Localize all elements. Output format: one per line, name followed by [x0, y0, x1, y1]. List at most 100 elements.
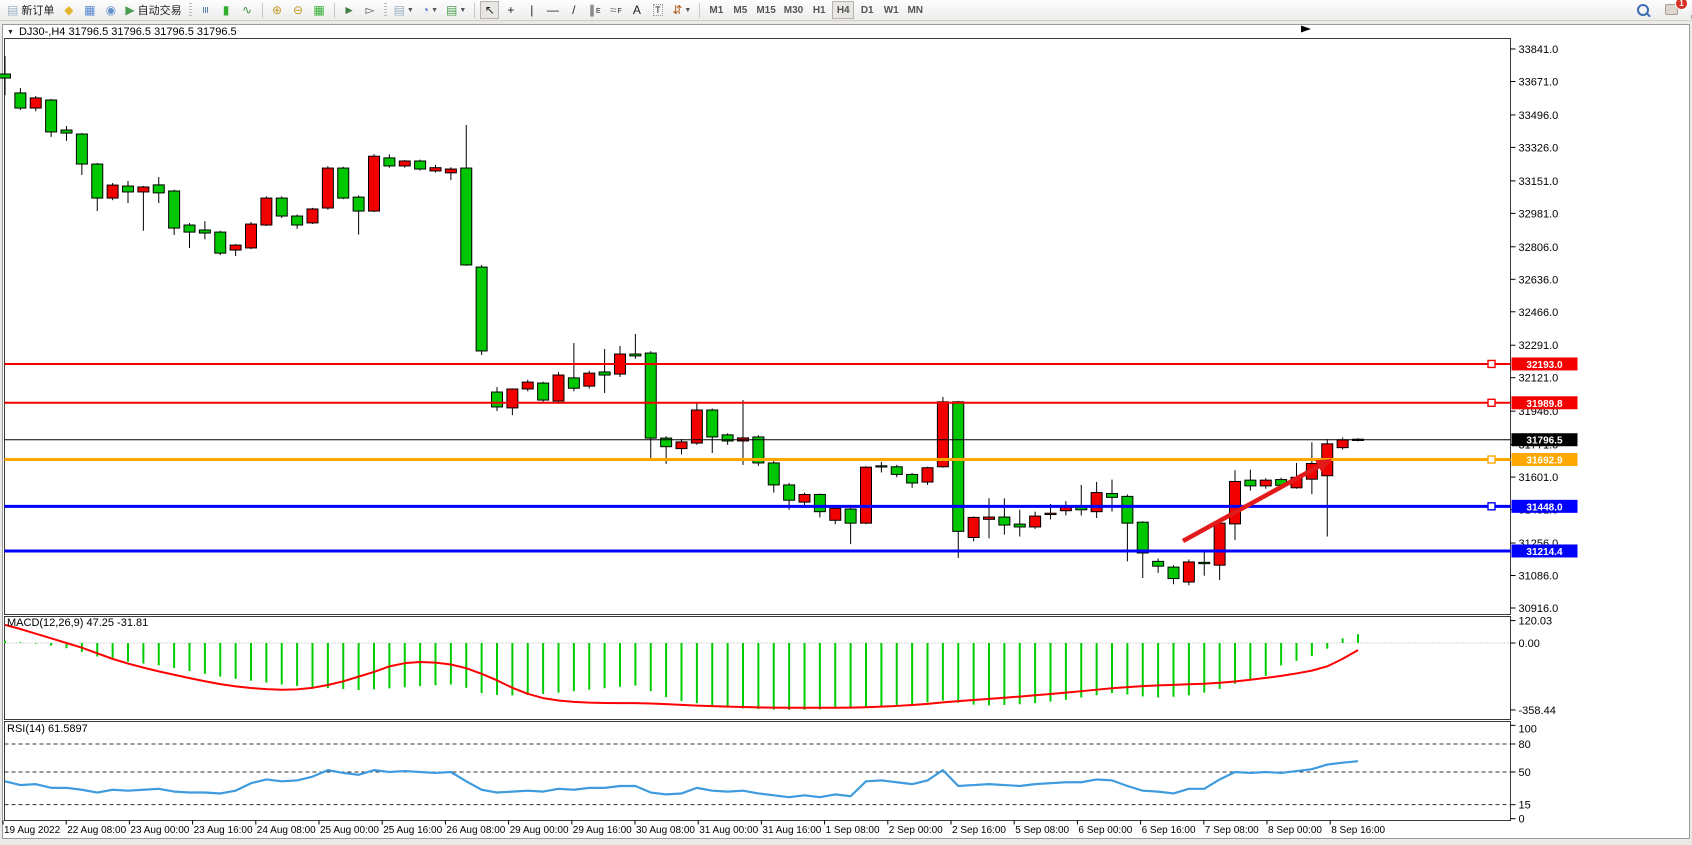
horizontal-line-button[interactable]: —: [543, 1, 562, 19]
candle: [599, 372, 610, 375]
candle: [891, 467, 902, 475]
candle: [138, 187, 149, 192]
candle: [307, 209, 318, 223]
equidistant-channel-button[interactable]: ∥E: [585, 1, 604, 19]
candle: [461, 168, 472, 265]
timeframe-d1-button[interactable]: D1: [856, 1, 878, 19]
signals-button[interactable]: ◉: [101, 1, 120, 19]
candle: [1245, 480, 1256, 486]
indicators-button[interactable]: ▤+▼: [391, 1, 417, 19]
rsi-tick-label: 0: [1519, 814, 1525, 826]
hline-handle[interactable]: [1488, 399, 1495, 406]
timeframe-h1-button[interactable]: H1: [808, 1, 830, 19]
price-tick-label: 30916.0: [1519, 603, 1559, 615]
price-pane[interactable]: [5, 39, 1511, 615]
chart-profile-button[interactable]: ◆: [59, 1, 78, 19]
time-tick-label: 6 Sep 00:00: [1078, 825, 1132, 836]
price-tick-label: 33841.0: [1519, 44, 1559, 56]
candle: [430, 168, 441, 171]
templates-button[interactable]: ▤▼: [443, 1, 469, 19]
candle: [630, 354, 641, 356]
candle: [1045, 513, 1056, 514]
tile-windows-button[interactable]: ▦: [310, 1, 329, 19]
timeframe-m15-button[interactable]: M15: [753, 1, 778, 19]
autotrading-icon: ▶: [125, 4, 134, 16]
time-tick-label: 29 Aug 00:00: [510, 825, 569, 836]
zoom-out-button[interactable]: ⊖: [289, 1, 308, 19]
price-tick-label: 32636.0: [1519, 274, 1559, 286]
time-tick-label: 31 Aug 16:00: [762, 825, 821, 836]
timeframe-m1-button[interactable]: M1: [705, 1, 727, 19]
autotrading-button[interactable]: ▶●自动交易: [122, 1, 184, 19]
fibonacci-button[interactable]: ≈F: [606, 1, 625, 19]
time-tick-label: 24 Aug 08:00: [257, 825, 316, 836]
vertical-line-button[interactable]: |: [522, 1, 541, 19]
market-watch-button[interactable]: ▦: [80, 1, 99, 19]
chart-title: DJ30-,H4 31796.5 31796.5 31796.5 31796.5: [19, 26, 237, 38]
timeframe-h4-button[interactable]: H4: [832, 1, 854, 19]
candle: [338, 168, 349, 198]
rsi-tick-label: 100: [1519, 724, 1537, 736]
rsi-pane[interactable]: [5, 722, 1511, 821]
arrows-button[interactable]: ⇵▼: [669, 1, 694, 19]
candle: [476, 267, 487, 351]
candle: [568, 378, 579, 388]
timeframe-m5-button[interactable]: M5: [729, 1, 751, 19]
hline-handle[interactable]: [1488, 503, 1495, 510]
rsi-tick-label: 80: [1519, 739, 1531, 751]
candle: [1168, 567, 1179, 578]
candle: [123, 186, 134, 192]
time-tick-label: 31 Aug 00:00: [699, 825, 758, 836]
price-tick-label: 32291.0: [1519, 340, 1559, 352]
equidistant-channel-icon: E: [596, 6, 601, 18]
notifications-button[interactable]: 1: [1662, 1, 1681, 19]
timeframe-w1-button[interactable]: W1: [880, 1, 902, 19]
line-chart-icon: ∿: [242, 4, 252, 16]
candlestick-button[interactable]: ▮: [217, 1, 236, 19]
indicators-icon: ▤: [394, 4, 405, 16]
auto-scroll-icon: ►: [343, 4, 355, 16]
candle: [861, 467, 872, 523]
text-button[interactable]: A: [627, 1, 646, 19]
hline-handle[interactable]: [1488, 360, 1495, 367]
candle: [322, 168, 333, 208]
signals-icon: ◉: [106, 4, 116, 16]
new-order-icon: ▤: [7, 4, 18, 16]
zoom-in-button[interactable]: ⊕: [268, 1, 287, 19]
bar-chart-icon: ≡: [199, 6, 211, 13]
line-chart-button[interactable]: ∿: [238, 1, 257, 19]
toolbar: ▤+新订单◆▦◉▶●自动交易≡▮∿⊕⊖▦►▻▤+▼◔▼▤▼↖+|—/∥E≈FAT…: [0, 0, 1692, 21]
candle: [907, 474, 918, 483]
candle: [107, 185, 118, 198]
chart-canvas[interactable]: 33841.033671.033496.033326.033151.032981…: [0, 0, 1692, 845]
macd-tick-label: 120.03: [1519, 616, 1553, 628]
time-tick-label: 30 Aug 08:00: [636, 825, 695, 836]
tile-windows-icon: ▦: [313, 4, 324, 16]
symbol-menu-icon[interactable]: ▼: [7, 29, 14, 36]
candle: [953, 402, 964, 532]
hline-handle[interactable]: [1488, 456, 1495, 463]
crosshair-button[interactable]: +: [501, 1, 520, 19]
timeframe-m30-button[interactable]: M30: [781, 1, 806, 19]
candle: [1153, 561, 1164, 566]
candle: [15, 93, 26, 108]
chart-shift-icon: ▻: [365, 4, 374, 16]
candle: [184, 225, 195, 232]
periods-button[interactable]: ◔▼: [419, 1, 441, 19]
search-button[interactable]: [1633, 1, 1652, 19]
chart-shift-button[interactable]: ▻: [361, 1, 380, 19]
candle: [1014, 524, 1025, 527]
candle: [1091, 493, 1102, 512]
time-tick-label: 25 Aug 00:00: [320, 825, 379, 836]
autotrading-button-label: 自动交易: [138, 2, 182, 18]
cursor-button[interactable]: ↖: [480, 1, 499, 19]
candle: [261, 198, 272, 225]
candle: [676, 442, 687, 449]
auto-scroll-button[interactable]: ►: [340, 1, 359, 19]
trendline-button[interactable]: /: [564, 1, 583, 19]
new-order-button[interactable]: ▤+新订单: [4, 1, 57, 19]
text-label-button[interactable]: T: [648, 1, 667, 19]
rsi-tick-label: 50: [1519, 767, 1531, 779]
timeframe-mn-button[interactable]: MN: [904, 1, 926, 19]
bar-chart-button[interactable]: ≡: [196, 1, 215, 19]
